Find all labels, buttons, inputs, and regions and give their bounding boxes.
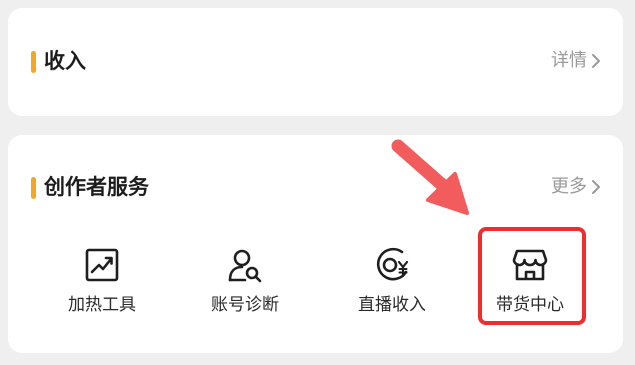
service-heat-tool[interactable]: 加热工具 — [42, 245, 162, 317]
service-account-diagnosis[interactable]: 账号诊断 — [185, 245, 305, 317]
chevron-right-icon — [592, 180, 600, 194]
accent-bar — [31, 51, 36, 73]
income-details-label: 详情 — [551, 50, 587, 71]
accent-bar — [31, 177, 36, 199]
services-more-label: 更多 — [551, 176, 587, 197]
user-search-icon — [228, 249, 262, 283]
service-label: 带货中心 — [496, 295, 564, 315]
creator-services-card: 创作者服务 更多 加热工具 账号诊断 直播收入 带货中心 — [8, 135, 623, 353]
services-grid: 加热工具 账号诊断 直播收入 带货中心 — [8, 245, 623, 335]
chevron-right-icon — [592, 54, 600, 68]
trend-chart-icon — [85, 248, 119, 282]
service-shopping-center[interactable]: 带货中心 — [470, 245, 590, 317]
service-live-income[interactable]: 直播收入 — [332, 245, 452, 317]
service-label: 加热工具 — [68, 295, 136, 315]
storefront-icon — [512, 249, 548, 281]
live-yuan-icon — [376, 247, 409, 281]
income-card: 收入 详情 — [8, 8, 623, 116]
income-details-link[interactable]: 详情 — [551, 47, 601, 75]
service-label: 账号诊断 — [211, 295, 279, 315]
services-more-link[interactable]: 更多 — [551, 173, 601, 201]
service-label: 直播收入 — [358, 295, 426, 315]
services-title: 创作者服务 — [44, 175, 149, 199]
income-title: 收入 — [44, 49, 86, 73]
income-header: 收入 详情 — [8, 42, 623, 82]
services-header: 创作者服务 更多 — [8, 168, 623, 208]
